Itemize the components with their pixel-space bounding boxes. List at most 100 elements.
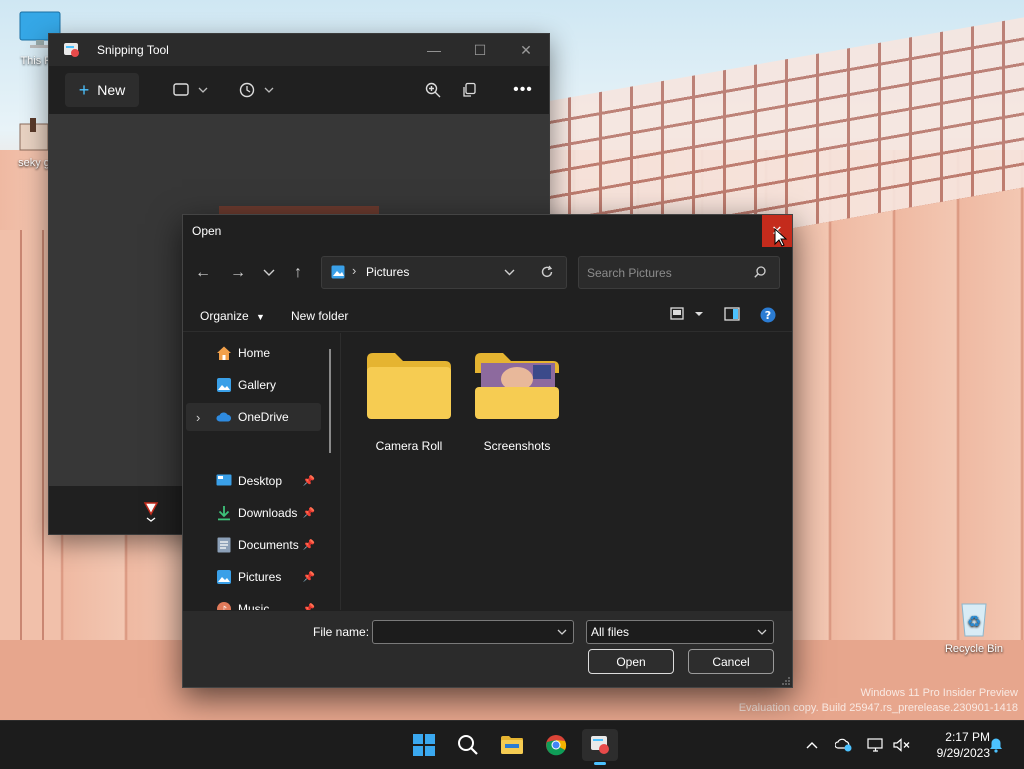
file-type-select[interactable]: All files xyxy=(586,620,774,644)
recent-locations-button[interactable] xyxy=(257,261,281,285)
arrow-up-icon: ↑ xyxy=(294,264,302,281)
nav-item-downloads[interactable]: Downloads 📌 xyxy=(186,499,321,527)
network-icon xyxy=(867,738,883,752)
taskbar-clock[interactable]: 2:17 PM 9/29/2023 xyxy=(918,729,990,761)
folder-with-preview-icon xyxy=(475,353,559,419)
new-snip-button[interactable]: + New xyxy=(65,73,139,107)
delay-dropdown[interactable] xyxy=(235,78,279,102)
downloads-icon xyxy=(216,505,232,521)
folder-item-screenshots[interactable]: Screenshots xyxy=(465,349,569,459)
refresh-icon[interactable] xyxy=(540,265,554,279)
file-name-input[interactable] xyxy=(377,623,551,641)
forward-button[interactable]: → xyxy=(226,261,250,285)
more-icon: ••• xyxy=(513,81,533,98)
start-button[interactable] xyxy=(406,729,442,761)
chrome-button[interactable] xyxy=(538,729,574,761)
pin-icon: 📌 xyxy=(302,507,315,519)
active-app-indicator xyxy=(594,762,606,765)
organize-label: Organize xyxy=(200,309,249,323)
up-button[interactable]: ↑ xyxy=(286,261,310,285)
watermark-line1: Windows 11 Pro Insider Preview xyxy=(860,687,1018,699)
svg-text:♪: ♪ xyxy=(221,605,227,610)
nav-item-documents[interactable]: Documents 📌 xyxy=(186,531,321,559)
expand-chevron-icon: › xyxy=(196,409,201,425)
nav-item-music[interactable]: ♪ Music 📌 xyxy=(186,595,321,610)
window-title: Snipping Tool xyxy=(97,43,169,57)
dialog-footer: File name: All files Open Cancel xyxy=(183,611,792,687)
pictures-icon xyxy=(216,569,232,585)
open-button[interactable]: Open xyxy=(588,649,674,674)
dialog-title: Open xyxy=(192,224,222,238)
chevron-down-icon[interactable] xyxy=(557,629,567,635)
copy-button[interactable] xyxy=(455,78,483,102)
view-icon xyxy=(670,307,703,320)
nav-item-desktop[interactable]: Desktop 📌 xyxy=(186,467,321,495)
start-icon xyxy=(413,734,435,756)
arrow-right-icon: → xyxy=(230,264,246,281)
nav-item-home[interactable]: Home xyxy=(186,339,321,367)
delay-icon xyxy=(239,82,274,98)
pin-icon: 📌 xyxy=(302,475,315,487)
minimize-button[interactable]: — xyxy=(411,34,457,66)
folder-item-camera-roll[interactable]: Camera Roll xyxy=(357,349,461,459)
snipping-tool-taskbar-button[interactable] xyxy=(582,729,618,765)
nav-scrollbar[interactable] xyxy=(329,349,331,453)
view-options-button[interactable] xyxy=(670,306,704,325)
nav-item-pictures[interactable]: Pictures 📌 xyxy=(186,563,321,591)
pictures-icon xyxy=(331,265,345,279)
chevron-down-icon[interactable] xyxy=(504,269,515,276)
help-icon: ? xyxy=(760,307,776,323)
search-input[interactable] xyxy=(585,263,749,283)
maximize-icon: ☐ xyxy=(473,41,487,58)
pen-icon xyxy=(143,502,159,522)
snip-mode-dropdown[interactable] xyxy=(169,78,213,102)
new-folder-button[interactable]: New folder xyxy=(291,309,348,323)
plus-icon: + xyxy=(78,79,90,100)
maximize-button[interactable]: ☐ xyxy=(457,34,503,66)
show-hidden-icons-button[interactable] xyxy=(802,733,822,757)
home-icon xyxy=(216,345,232,361)
dialog-titlebar: Open ✕ xyxy=(183,215,792,247)
search-icon xyxy=(458,735,478,755)
zoom-icon xyxy=(425,82,441,98)
file-explorer-button[interactable] xyxy=(494,729,530,761)
onedrive-tray-button[interactable] xyxy=(834,733,854,757)
more-options-button[interactable]: ••• xyxy=(509,78,537,102)
snipping-toolbar: + New ••• xyxy=(49,66,549,114)
clock-date: 9/29/2023 xyxy=(936,746,990,760)
preview-pane-button[interactable] xyxy=(724,306,740,325)
nav-item-onedrive[interactable]: › OneDrive xyxy=(186,403,321,431)
taskbar-search-button[interactable] xyxy=(450,729,486,761)
divider xyxy=(183,331,792,332)
breadcrumb-separator-icon: › xyxy=(352,263,357,278)
new-snip-label: New xyxy=(97,82,126,98)
pen-tool-button[interactable] xyxy=(137,498,165,526)
zoom-button[interactable] xyxy=(419,78,447,102)
address-bar[interactable]: › Pictures xyxy=(321,256,567,289)
back-button[interactable]: ← xyxy=(191,261,215,285)
help-button[interactable]: ? xyxy=(760,307,776,326)
nav-item-label: Pictures xyxy=(238,570,282,584)
network-button[interactable] xyxy=(866,733,886,757)
mouse-cursor-icon xyxy=(774,228,788,247)
file-explorer-icon xyxy=(501,736,523,754)
volume-muted-icon xyxy=(893,738,910,752)
new-folder-label: New folder xyxy=(291,309,349,323)
watermark-line2: Evaluation copy. Build 25947.rs_prerelea… xyxy=(738,702,1018,714)
volume-button[interactable] xyxy=(892,733,912,757)
cancel-button-label: Cancel xyxy=(712,654,750,669)
file-type-value: All files xyxy=(591,625,630,639)
close-button[interactable]: ✕ xyxy=(503,34,549,66)
resize-grip-icon[interactable] xyxy=(782,677,790,685)
nav-item-gallery[interactable]: Gallery xyxy=(186,371,321,399)
folder-icon xyxy=(367,353,451,419)
cancel-button[interactable]: Cancel xyxy=(688,649,774,674)
snip-mode-icon xyxy=(173,83,208,96)
svg-text:♻: ♻ xyxy=(967,612,981,631)
nav-item-label: Music xyxy=(238,602,270,610)
search-box xyxy=(578,256,780,289)
notifications-button[interactable] xyxy=(986,733,1006,757)
desktop-icon-recycle-bin[interactable]: ♻ Recycle Bin xyxy=(944,598,1004,655)
chevron-down-icon xyxy=(757,629,767,635)
organize-menu[interactable]: Organize ▼ xyxy=(200,309,265,323)
